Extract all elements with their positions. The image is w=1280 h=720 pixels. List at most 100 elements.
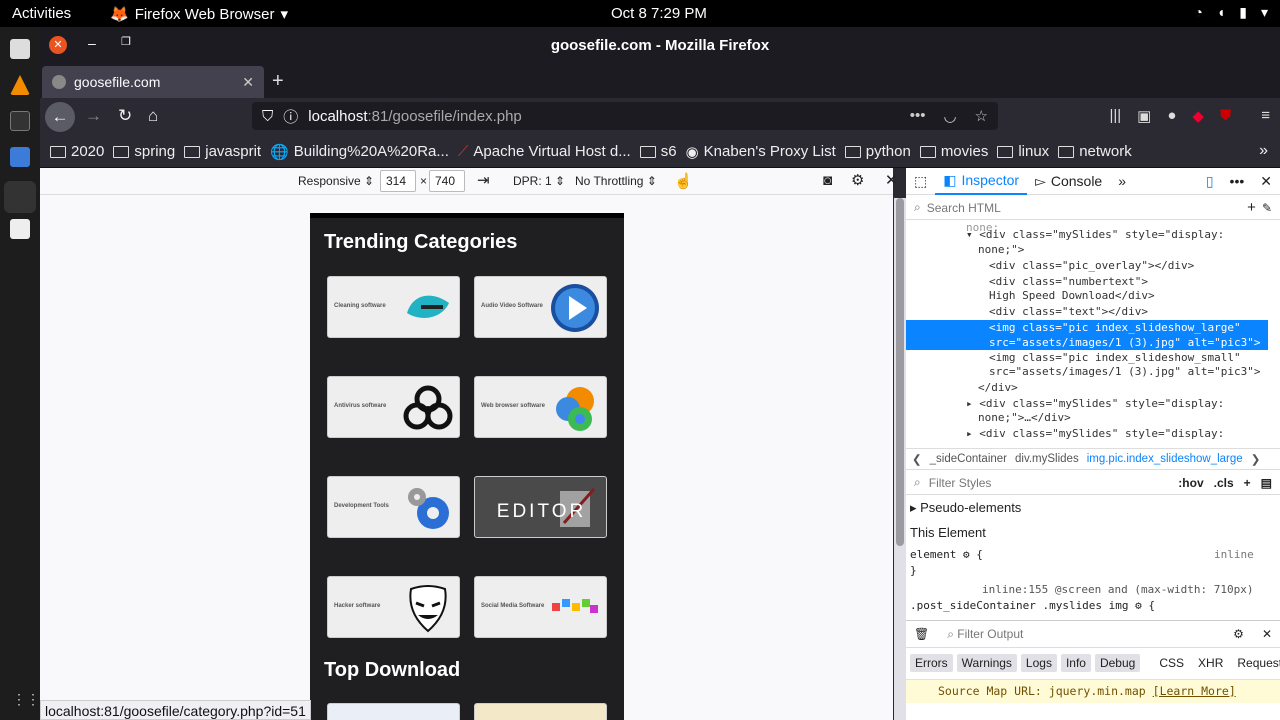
category-card[interactable]: Social Media Software (474, 576, 607, 638)
dpr-select[interactable]: DPR: 1 ⇕ (513, 174, 565, 188)
library-icon[interactable]: ||| (1109, 107, 1121, 125)
editor-app-icon[interactable] (10, 147, 30, 167)
eyedropper-icon[interactable]: ✎ (1262, 201, 1280, 215)
tree-node[interactable]: </div> (978, 380, 1280, 395)
category-card[interactable]: EDITOR (474, 476, 607, 538)
close-devtools-icon[interactable]: ✕ (1252, 168, 1280, 195)
tree-node[interactable]: ▸ <div class="mySlides" style="display: (966, 426, 1280, 441)
category-card[interactable]: Hacker software (327, 576, 460, 638)
download-card[interactable] (474, 703, 607, 720)
pseudo-elements-toggle[interactable]: ▸ Pseudo-elements (910, 500, 1021, 516)
bookmark-folder[interactable]: javasprit (184, 143, 261, 160)
filter-requests[interactable]: Requests (1232, 654, 1280, 672)
category-card[interactable]: Cleaning software (327, 276, 460, 338)
more-bookmarks-icon[interactable]: » (1259, 142, 1268, 160)
filter-debug[interactable]: Debug (1094, 654, 1141, 672)
vlc-icon[interactable] (10, 75, 30, 95)
category-card[interactable]: Web browser software (474, 376, 607, 438)
category-card[interactable]: Antivirus software (327, 376, 460, 438)
reload-button[interactable]: ↻ (118, 106, 132, 126)
files-icon[interactable] (10, 39, 30, 59)
search-html-input[interactable]: Search HTML (927, 201, 1001, 215)
category-card[interactable]: Development Tools (327, 476, 460, 538)
more-tabs-icon[interactable]: » (1110, 168, 1134, 195)
throttle-select[interactable]: No Throttling ⇕ (575, 174, 657, 188)
app-menu[interactable]: 🦊 Firefox Web Browser ▾ (110, 5, 288, 24)
bookmark-folder[interactable]: linux (997, 143, 1049, 160)
bookmark-folder[interactable]: python (844, 143, 911, 160)
rotate-icon[interactable]: ⇥ (477, 171, 490, 189)
tree-node[interactable]: <div class="text"></div> (989, 304, 1280, 319)
viewport-scrollbar[interactable] (894, 198, 906, 720)
firefox-dock-icon[interactable] (4, 181, 36, 213)
bookmark-star-icon[interactable]: ☆ (975, 107, 988, 125)
breadcrumb-item[interactable]: _sideContainer (930, 453, 1007, 465)
new-tab-button[interactable]: + (272, 70, 284, 93)
hov-toggle[interactable]: :hov (1178, 476, 1203, 490)
filter-logs[interactable]: Logs (1020, 654, 1057, 672)
category-card[interactable]: Audio Video Software (474, 276, 607, 338)
tab-console[interactable]: ▻ Console (1027, 168, 1110, 195)
filter-output-input[interactable]: ⌕ Filter Output (947, 627, 1023, 642)
element-rule[interactable]: element ⚙ { (910, 548, 983, 561)
bookmark-link[interactable]: 🌐 Building%20A%20Ra... (270, 143, 449, 161)
tree-node[interactable]: <div class="pic_overlay"></div> (989, 258, 1280, 273)
filter-errors[interactable]: Errors (910, 654, 953, 672)
bookmark-folder[interactable]: 2020 (50, 143, 104, 160)
rule-source-link[interactable]: inline:155 @screen and (max-width: 710px… (982, 583, 1254, 596)
device-select[interactable]: Responsive ⇕ (298, 174, 374, 188)
bookmark-folder[interactable]: movies (919, 143, 988, 160)
breadcrumb-item[interactable]: div.mySlides (1015, 453, 1079, 465)
sidebar-icon[interactable]: ▣ (1137, 107, 1151, 125)
bookmark-link[interactable]: ⟋ Apache Virtual Host d... (458, 143, 631, 160)
trash-icon[interactable]: 🗑 (914, 627, 929, 641)
add-node-icon[interactable]: + (1247, 199, 1256, 216)
filter-warnings[interactable]: Warnings (956, 654, 1017, 672)
devtools-menu-icon[interactable]: ••• (1222, 168, 1253, 195)
show-apps-icon[interactable]: ⋮⋮ (12, 691, 40, 708)
forward-button[interactable]: → (85, 106, 102, 126)
chevron-left-icon[interactable]: ❮ (912, 452, 922, 466)
width-input[interactable]: 314 (380, 170, 416, 192)
tree-node[interactable]: High Speed Download</div> (989, 288, 1280, 303)
add-rule-icon[interactable]: + (1244, 476, 1251, 490)
tab-goosefile[interactable]: goosefile.com ✕ (42, 66, 264, 98)
close-rdm-icon[interactable]: ✕ (885, 171, 898, 189)
document-icon[interactable] (10, 219, 30, 239)
shield-icon[interactable]: ⛉ (262, 108, 273, 125)
tree-node[interactable]: ▸ <div class="mySlides" style="display: (966, 396, 1280, 411)
settings-icon[interactable]: ⚙ (851, 171, 864, 189)
page-actions-icon[interactable]: ••• (910, 107, 926, 125)
responsive-mode-icon[interactable]: ▯ (1198, 168, 1222, 195)
learn-more-link[interactable]: [Learn More] (1153, 684, 1236, 698)
filter-styles-input[interactable]: Filter Styles (929, 476, 992, 490)
pocket-icon[interactable]: ◡ (943, 107, 956, 125)
url-bar[interactable]: ⛉ ⓘ localhost:81/goosefile/index.php •••… (252, 102, 998, 130)
menu-icon[interactable]: ≡ (1261, 107, 1270, 125)
bookmark-folder[interactable]: spring (113, 143, 175, 160)
tab-inspector[interactable]: ◧ Inspector (935, 168, 1028, 195)
tree-node[interactable]: <div class="numbertext"> (989, 274, 1280, 289)
touch-icon[interactable]: ☝ (674, 172, 693, 190)
chevron-right-icon[interactable]: ❯ (1251, 452, 1261, 466)
filter-css[interactable]: CSS (1154, 654, 1189, 672)
tree-node[interactable]: src="assets/images/1 (3).jpg" alt="pic3"… (989, 364, 1280, 379)
tree-node-selected[interactable]: <img class="pic index_slideshow_large" sr… (906, 320, 1268, 350)
breadcrumb-item[interactable]: img.pic.index_slideshow_large (1087, 453, 1243, 465)
console-settings-icon[interactable]: ⚙ (1233, 627, 1244, 641)
filter-info[interactable]: Info (1060, 654, 1091, 672)
height-input[interactable]: 740 (429, 170, 465, 192)
html-search[interactable]: ⌕ Search HTML + ✎ (906, 196, 1280, 220)
bookmark-link[interactable]: ◉ Knaben's Proxy List (686, 143, 836, 161)
close-console-icon[interactable]: ✕ (1262, 627, 1280, 641)
clock[interactable]: Oct 8 7:29 PM (611, 5, 707, 22)
extension-icon[interactable]: ◆ (1192, 107, 1204, 125)
activities-button[interactable]: Activities (12, 5, 71, 22)
tree-node[interactable]: none;"> (978, 242, 1280, 257)
bookmark-folder[interactable]: network (1058, 143, 1132, 160)
account-icon[interactable]: ● (1167, 107, 1176, 125)
tree-node[interactable]: ▾ <div class="mySlides" style="display: (966, 227, 1280, 242)
ublock-icon[interactable]: ⛊ (1220, 107, 1231, 125)
close-tab-icon[interactable]: ✕ (242, 74, 254, 91)
back-button[interactable]: ← (45, 102, 75, 132)
